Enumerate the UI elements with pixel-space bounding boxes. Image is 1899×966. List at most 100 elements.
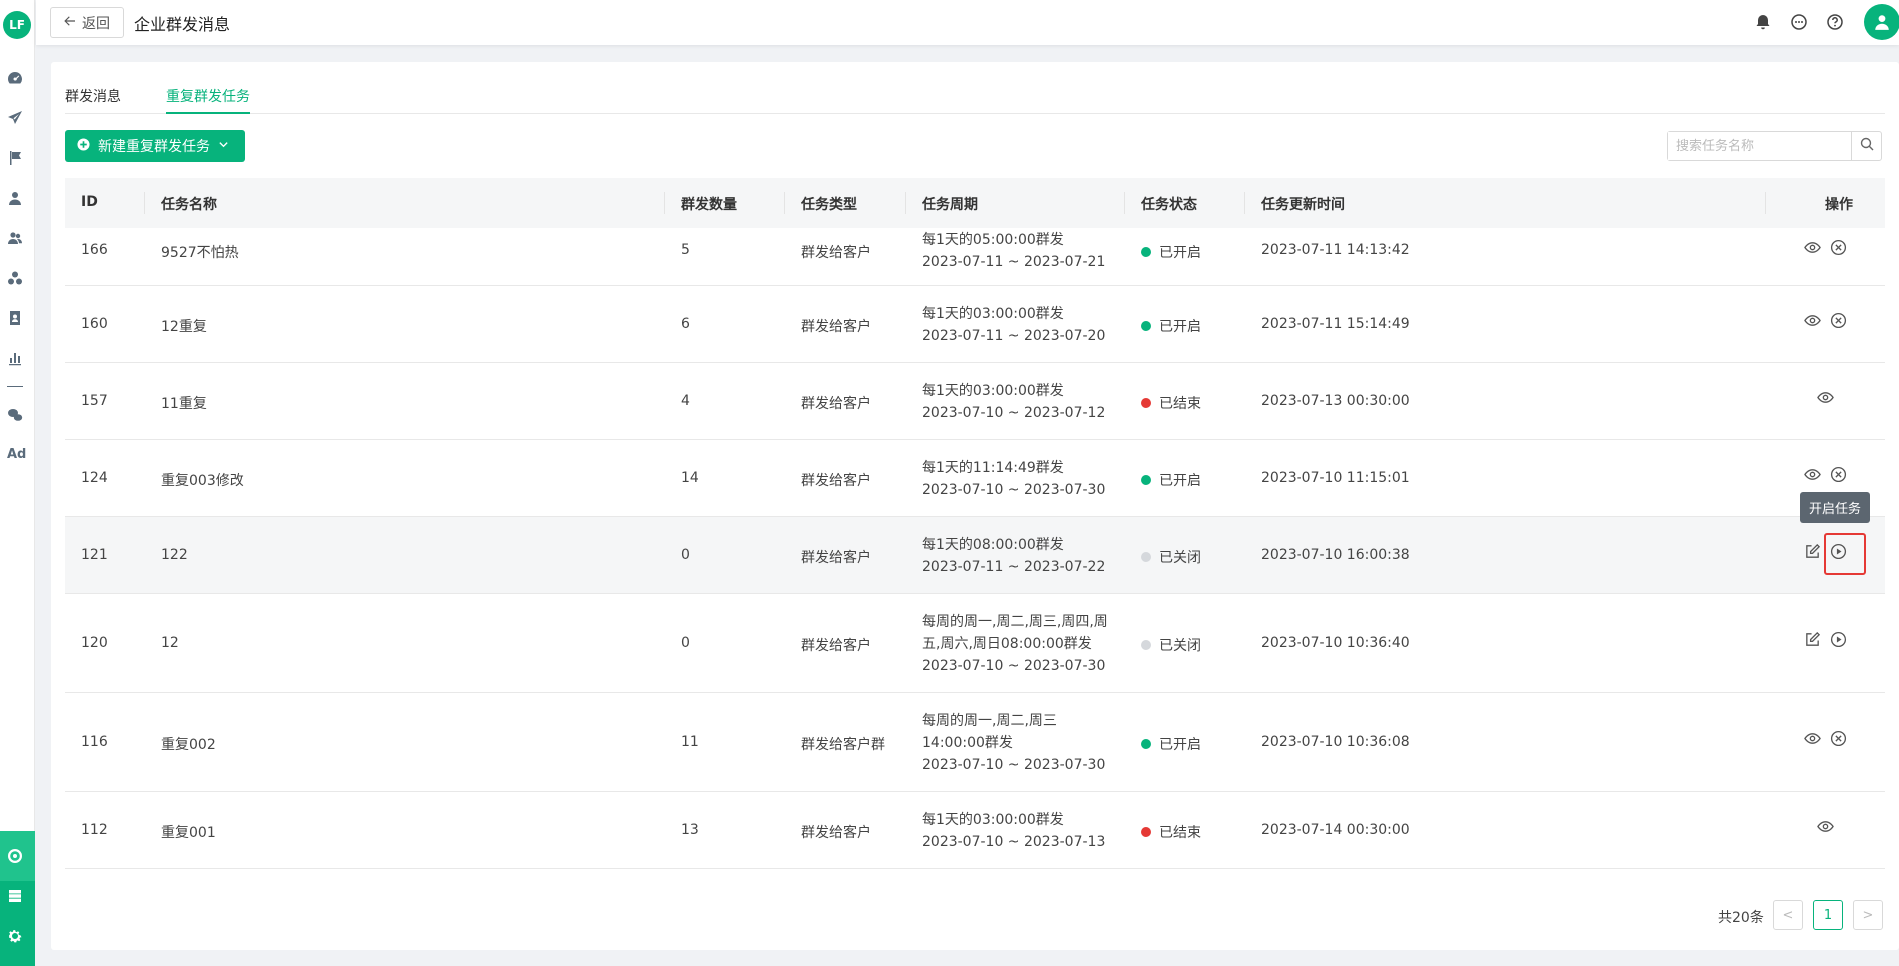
bell-icon[interactable] [1754, 13, 1772, 31]
page-button-1[interactable]: 1 [1813, 900, 1843, 930]
back-button[interactable]: 返回 [50, 7, 124, 38]
dashboard-icon[interactable] [6, 69, 24, 87]
tab-recurring-tasks[interactable]: 重复群发任务 [166, 86, 250, 106]
row-send-count: 0 [681, 634, 690, 651]
row-task-type: 群发给客户 [801, 318, 871, 335]
status-text: 已开启 [1159, 472, 1201, 489]
flag-icon[interactable] [6, 149, 24, 167]
close-circle-icon[interactable] [1829, 238, 1847, 256]
page-title: 企业群发消息 [134, 15, 231, 34]
top-header: 返回 企业群发消息 [36, 0, 1899, 45]
col-updated: 任务更新时间 [1261, 197, 1345, 213]
col-type: 任务类型 [801, 197, 857, 213]
status-dot [1141, 826, 1151, 837]
row-send-count: 6 [681, 315, 690, 332]
user-icon[interactable] [6, 189, 24, 207]
table-row: 120 12 0 群发给客户 每周的周一,周二,周三,周四,周 五,周六,周日08:00:… [65, 594, 1885, 693]
row-id: 116 [81, 733, 108, 750]
table-row: 160 12重复 6 群发给客户 每1天的03:00:00群发 2023-07-11 ~ … [65, 286, 1885, 363]
row-task-type: 群发给客户 [801, 824, 871, 841]
period-line: 每1天的03:00:00群发 [922, 811, 1064, 828]
row-id: 166 [81, 242, 108, 258]
table-row: 112 重复001 13 群发给客户 每1天的03:00:00群发 2023-07-10 … [65, 792, 1885, 869]
bar-chart-icon[interactable] [6, 349, 24, 367]
period-line: 每周的周一,周二,周三,周四,周 [922, 613, 1108, 630]
row-period: 每周的周一,周二,周三,周四,周 五,周六,周日08:00:00群发 2023-07… [922, 611, 1108, 677]
row-task-name: 122 [161, 546, 188, 563]
table-row: 121 122 0 群发给客户 每1天的08:00:00群发 2023-07-11 ~ 2… [65, 517, 1885, 594]
col-separator [1124, 192, 1125, 214]
eye-icon[interactable] [1803, 730, 1821, 748]
search-icon [1860, 137, 1874, 155]
users-icon[interactable] [6, 229, 24, 247]
play-circle-icon[interactable] [1829, 631, 1847, 649]
status-dot [1141, 639, 1151, 650]
eye-icon[interactable] [1816, 818, 1834, 836]
row-task-type: 群发给客户 [801, 637, 871, 654]
send-icon[interactable] [6, 109, 24, 127]
col-separator [905, 192, 906, 214]
server-icon[interactable] [6, 887, 24, 905]
col-id: ID [81, 194, 98, 210]
row-status: 已开启 [1141, 470, 1201, 490]
eye-icon[interactable] [1803, 312, 1821, 330]
group-icon[interactable] [6, 269, 24, 287]
start-task-tooltip: 开启任务 [1800, 492, 1871, 523]
row-status: 已开启 [1141, 316, 1201, 336]
next-page-button[interactable]: > [1853, 900, 1883, 930]
row-task-type: 群发给客户群 [801, 736, 885, 753]
row-task-name: 11重复 [161, 395, 207, 412]
search-input[interactable] [1668, 132, 1851, 160]
ad-icon[interactable]: Ad [7, 447, 26, 462]
sidebar-bottom-panel [0, 831, 35, 966]
table-row: 124 重复003修改 14 群发给客户 每1天的11:14:49群发 2023-07-1… [65, 440, 1885, 517]
row-task-name: 重复002 [161, 736, 216, 753]
edit-icon[interactable] [1803, 543, 1821, 561]
row-id: 160 [81, 315, 108, 332]
row-actions [1803, 312, 1847, 330]
prev-page-button[interactable]: < [1773, 900, 1803, 930]
active-tab-indicator [166, 112, 250, 114]
status-dot [1141, 320, 1151, 331]
row-updated-time: 2023-07-11 15:14:49 [1261, 315, 1410, 332]
period-line: 2023-07-10 ~ 2023-07-30 [922, 756, 1106, 773]
arrow-left-icon [64, 15, 76, 31]
contact-card-icon[interactable] [6, 309, 24, 327]
period-line: 2023-07-10 ~ 2023-07-30 [922, 481, 1106, 498]
row-period: 每1天的03:00:00群发 2023-07-10 ~ 2023-07-13 [922, 809, 1105, 853]
col-status: 任务状态 [1141, 197, 1197, 213]
row-task-type: 群发给客户 [801, 395, 871, 412]
col-period: 任务周期 [922, 197, 978, 213]
eye-icon[interactable] [1803, 466, 1821, 484]
row-period: 每周的周一,周二,周三 14:00:00群发 2023-07-10 ~ 2023-0… [922, 710, 1105, 776]
status-dot [1141, 738, 1151, 749]
row-actions [1816, 389, 1834, 407]
radar-icon[interactable] [6, 847, 24, 865]
sidebar-divider [7, 386, 23, 387]
period-line: 14:00:00群发 [922, 734, 1013, 751]
row-actions [1803, 730, 1847, 748]
close-circle-icon[interactable] [1829, 312, 1847, 330]
eye-icon[interactable] [1816, 389, 1834, 407]
user-avatar-icon[interactable] [1864, 4, 1899, 40]
row-send-count: 11 [681, 733, 699, 750]
new-recurring-task-button[interactable]: 新建重复群发任务 [65, 130, 245, 162]
row-id: 121 [81, 546, 108, 563]
col-separator [664, 192, 665, 214]
status-dot [1141, 247, 1151, 257]
message-icon[interactable] [1790, 13, 1808, 31]
close-circle-icon[interactable] [1829, 466, 1847, 484]
row-period: 每1天的08:00:00群发 2023-07-11 ~ 2023-07-22 [922, 534, 1105, 578]
period-line: 2023-07-11 ~ 2023-07-21 [922, 254, 1106, 270]
col-separator [144, 192, 145, 214]
close-circle-icon[interactable] [1829, 730, 1847, 748]
settings-icon[interactable] [6, 927, 24, 945]
tab-broadcast-messages[interactable]: 群发消息 [65, 86, 121, 106]
row-updated-time: 2023-07-10 10:36:08 [1261, 733, 1410, 750]
wechat-icon[interactable] [6, 406, 24, 424]
search-button[interactable] [1851, 132, 1881, 160]
eye-icon[interactable] [1803, 238, 1821, 256]
edit-icon[interactable] [1803, 631, 1821, 649]
table-header: ID 任务名称 群发数量 任务类型 任务周期 任务状态 任务更新时间 操作 [65, 178, 1885, 228]
help-icon[interactable] [1826, 13, 1844, 31]
